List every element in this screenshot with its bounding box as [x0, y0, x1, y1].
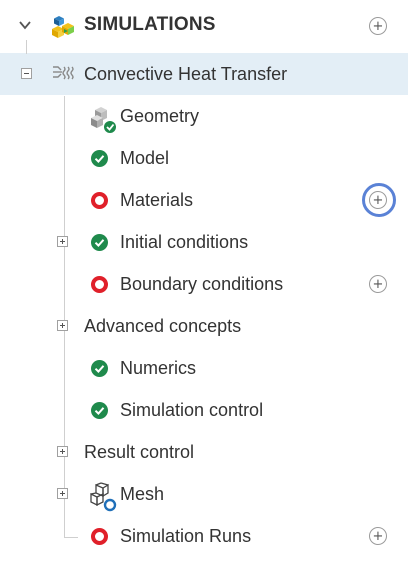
expand-toggle[interactable] [57, 236, 68, 247]
expand-toggle[interactable] [57, 488, 68, 499]
add-material-button[interactable]: + [369, 191, 387, 209]
error-circle-icon [91, 192, 108, 209]
tree-guide-line [64, 537, 78, 538]
tree-item-label[interactable]: Mesh [120, 483, 164, 505]
error-circle-icon [91, 528, 108, 545]
tree-guide-line [26, 40, 27, 54]
check-circle-icon [91, 150, 108, 167]
expand-toggle[interactable] [57, 446, 68, 457]
collapse-toggle[interactable] [21, 68, 32, 79]
check-circle-icon [91, 234, 108, 251]
add-boundary-condition-button[interactable]: + [369, 275, 387, 293]
tree-item-label[interactable]: Model [120, 147, 169, 169]
section-title: SIMULATIONS [84, 14, 216, 35]
add-simulation-button[interactable]: + [369, 17, 387, 35]
tree-item-label[interactable]: Initial conditions [120, 231, 248, 253]
tree-item-label[interactable]: Numerics [120, 357, 196, 379]
tree-item-label[interactable]: Geometry [120, 105, 199, 127]
tree-item-label[interactable]: Simulation Runs [120, 525, 251, 547]
tree-guide-line [64, 96, 65, 538]
tree-item-label[interactable]: Advanced concepts [84, 315, 241, 337]
simscale-logo-icon [52, 16, 74, 38]
expand-toggle[interactable] [57, 320, 68, 331]
tree-item-label[interactable]: Materials [120, 189, 193, 211]
add-simulation-run-button[interactable]: + [369, 527, 387, 545]
check-circle-icon [91, 402, 108, 419]
tree-item-label[interactable]: Simulation control [120, 399, 263, 421]
tree-item-label[interactable]: Result control [84, 441, 194, 463]
simulation-name[interactable]: Convective Heat Transfer [84, 63, 287, 85]
geometry-ok-icon [91, 107, 116, 133]
error-circle-icon [91, 276, 108, 293]
convective-heat-transfer-icon [53, 66, 74, 80]
tree-item-label[interactable]: Boundary conditions [120, 273, 283, 295]
chevron-down-icon[interactable] [17, 17, 33, 33]
mesh-pending-icon [90, 482, 117, 512]
check-circle-icon [91, 360, 108, 377]
